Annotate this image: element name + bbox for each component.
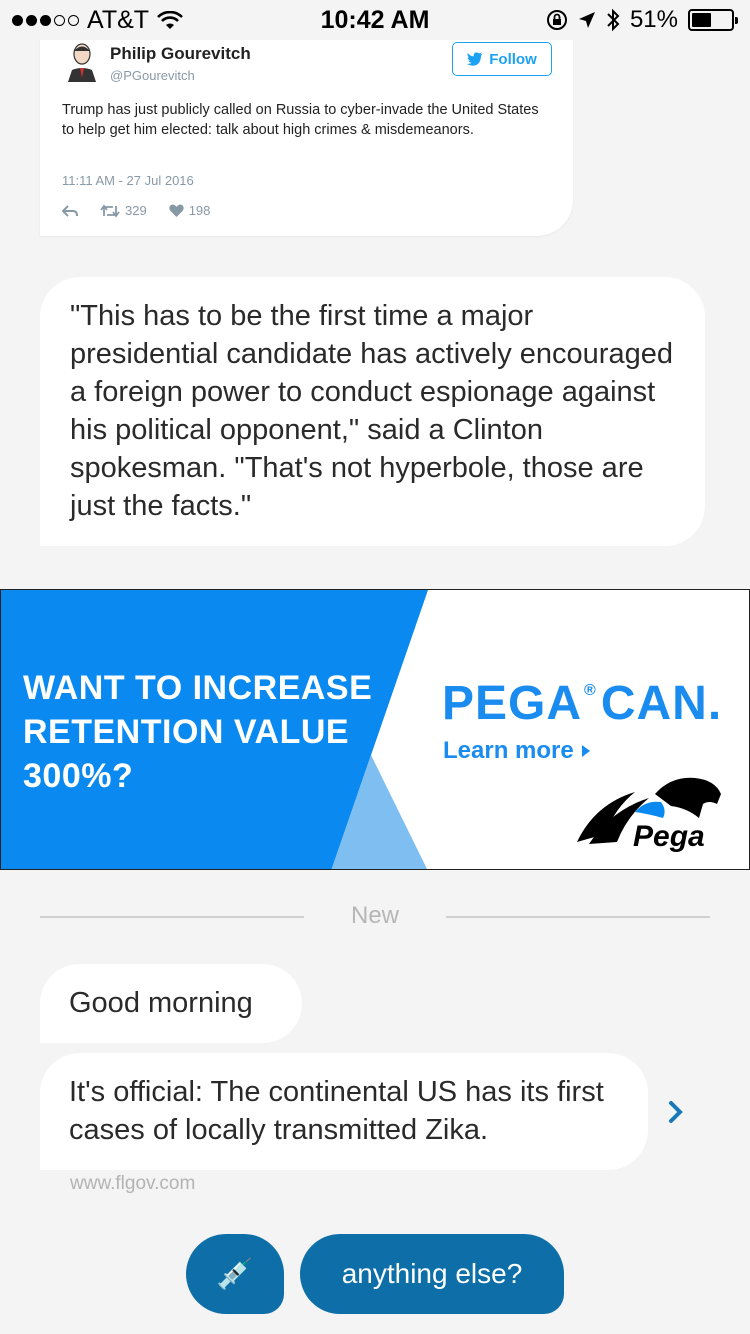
divider-line-right xyxy=(446,916,710,918)
story-bubble[interactable]: It's official: The continental US has it… xyxy=(40,1053,648,1170)
bluetooth-icon xyxy=(607,8,620,32)
caret-right-icon xyxy=(581,745,590,757)
learn-more-link[interactable]: Learn more xyxy=(443,737,590,765)
avatar xyxy=(68,43,96,82)
learn-more-label: Learn more xyxy=(443,737,574,764)
twitter-bird-icon xyxy=(467,52,483,66)
battery-percent: 51% xyxy=(629,6,678,33)
svg-text:Pega: Pega xyxy=(633,820,705,853)
like-action[interactable]: 198 xyxy=(169,203,211,218)
battery-icon xyxy=(688,9,738,31)
retweet-icon xyxy=(100,204,120,217)
anything-else-button[interactable]: anything else? xyxy=(300,1234,564,1314)
tweet-actions: 329 198 xyxy=(62,203,210,218)
location-icon xyxy=(578,12,595,28)
chevron-right-icon[interactable] xyxy=(662,1096,690,1128)
ad-banner[interactable]: WANT TO INCREASE RETENTION VALUE 300%? P… xyxy=(0,589,750,870)
tweet-author-name[interactable]: Philip Gourevitch xyxy=(110,44,251,64)
syringe-icon: 💉 xyxy=(216,1257,254,1291)
quote-message-text: "This has to be the first time a major p… xyxy=(70,300,673,522)
follow-label: Follow xyxy=(489,50,537,68)
pega-logo: Pega xyxy=(577,777,721,853)
status-right: 51% xyxy=(546,6,738,34)
anything-else-label: anything else? xyxy=(341,1258,523,1289)
like-count: 198 xyxy=(188,203,211,218)
reply-icon xyxy=(62,204,78,217)
greeting-text: Good morning xyxy=(69,987,253,1019)
new-divider-label: New xyxy=(350,902,399,929)
tweet-author-handle[interactable]: @PGourevitch xyxy=(110,68,195,83)
ad-brand-tagline: PEGA ®CAN. xyxy=(442,676,722,731)
ad-headline: WANT TO INCREASE RETENTION VALUE 300%? xyxy=(23,669,373,795)
divider-line-left xyxy=(40,916,304,918)
greeting-bubble: Good morning xyxy=(40,964,302,1043)
ad-brand-tail: CAN. xyxy=(600,677,723,730)
tweet-text: Trump has just publicly called on Russia… xyxy=(62,102,539,138)
story-text: It's official: The continental US has it… xyxy=(69,1076,604,1146)
registered-mark: ® xyxy=(584,682,597,699)
quote-message-bubble: "This has to be the first time a major p… xyxy=(40,277,705,546)
follow-button[interactable]: Follow xyxy=(452,42,552,76)
tweet-card[interactable]: Philip Gourevitch @PGourevitch Follow Tr… xyxy=(40,30,573,236)
reply-action[interactable] xyxy=(62,204,78,217)
syringe-reply-button[interactable]: 💉 xyxy=(186,1234,284,1314)
rotation-lock-icon xyxy=(546,10,567,30)
source-link[interactable]: www.flgov.com xyxy=(70,1173,195,1195)
retweet-count: 329 xyxy=(125,203,147,218)
tweet-datetime[interactable]: 11:11 AM - 27 Jul 2016 xyxy=(62,173,194,188)
heart-icon xyxy=(169,204,184,217)
retweet-action[interactable]: 329 xyxy=(100,203,147,218)
status-bar: AT&T 10:42 AM 51% xyxy=(0,0,750,40)
ad-brand-word: PEGA xyxy=(442,677,583,730)
battery-fill xyxy=(692,13,712,27)
